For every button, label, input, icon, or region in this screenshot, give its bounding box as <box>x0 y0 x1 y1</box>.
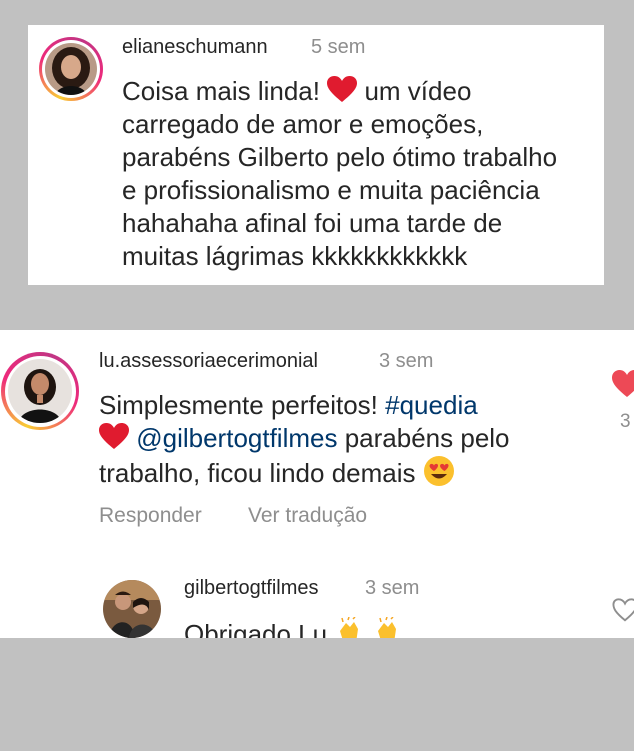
like-heart-outline-icon[interactable] <box>612 598 634 622</box>
comment-line: Simplesmente perfeitos! <box>99 390 378 420</box>
hashtag-link[interactable]: #quedia <box>385 390 478 420</box>
comment-line: hahahaha afinal foi uma tarde de <box>122 208 503 238</box>
comment-time: 3 sem <box>379 350 434 372</box>
reply-button[interactable]: Responder <box>99 504 202 528</box>
avatar-story-ring[interactable] <box>39 37 103 101</box>
clapping-hands-emoji-icon <box>340 617 359 638</box>
red-heart-emoji-icon <box>327 76 358 102</box>
avatar-photo <box>103 580 161 638</box>
avatar <box>45 43 97 95</box>
comment-card-lu: lu.assessoriaecerimonial 3 sem Simplesme… <box>0 330 634 638</box>
comment-card-elianeschumann: elianeschumann 5 sem Coisa mais linda! u… <box>28 25 604 285</box>
heart-eyes-emoji-icon <box>423 456 454 486</box>
red-heart-emoji-icon <box>99 423 129 449</box>
see-translation-button[interactable]: Ver tradução <box>248 504 367 528</box>
comment-username[interactable]: lu.assessoriaecerimonial <box>99 350 318 373</box>
comment-text: Simplesmente perfeitos! #quedia @gilbert… <box>99 389 510 490</box>
comment-line: e profissionalismo e muita paciência <box>122 175 540 205</box>
clapping-hands-emoji-icon <box>377 617 396 638</box>
comment-line: trabalho, ficou lindo demais <box>99 458 416 488</box>
comment-line: parabéns pelo <box>344 423 510 453</box>
comment-line: muitas lágrimas kkkkkkkkkkkk <box>122 241 468 271</box>
comment-line: carregado de amor e emoções, <box>122 109 484 139</box>
reply-line: Obrigado Lu <box>184 619 328 638</box>
like-heart-filled-icon[interactable] <box>612 370 634 398</box>
comment-line: parabéns Gilberto pelo ótimo trabalho <box>122 142 558 172</box>
comment-text: Coisa mais linda! um vídeo carregado de … <box>122 75 557 273</box>
avatar-story-ring[interactable] <box>1 352 79 430</box>
mention-link[interactable]: @gilbertogtfilmes <box>136 423 337 453</box>
reply-username[interactable]: gilbertogtfilmes <box>184 577 319 600</box>
reply-time: 3 sem <box>365 577 420 599</box>
like-count: 3 <box>620 411 631 432</box>
avatar[interactable] <box>103 580 161 638</box>
reply-text: Obrigado Lu <box>184 617 402 638</box>
comment-line: Coisa mais linda! <box>122 76 320 106</box>
comment-line: um vídeo <box>364 76 472 106</box>
comment-time: 5 sem <box>311 36 366 58</box>
comment-username[interactable]: elianeschumann <box>122 36 268 59</box>
avatar <box>8 359 72 423</box>
